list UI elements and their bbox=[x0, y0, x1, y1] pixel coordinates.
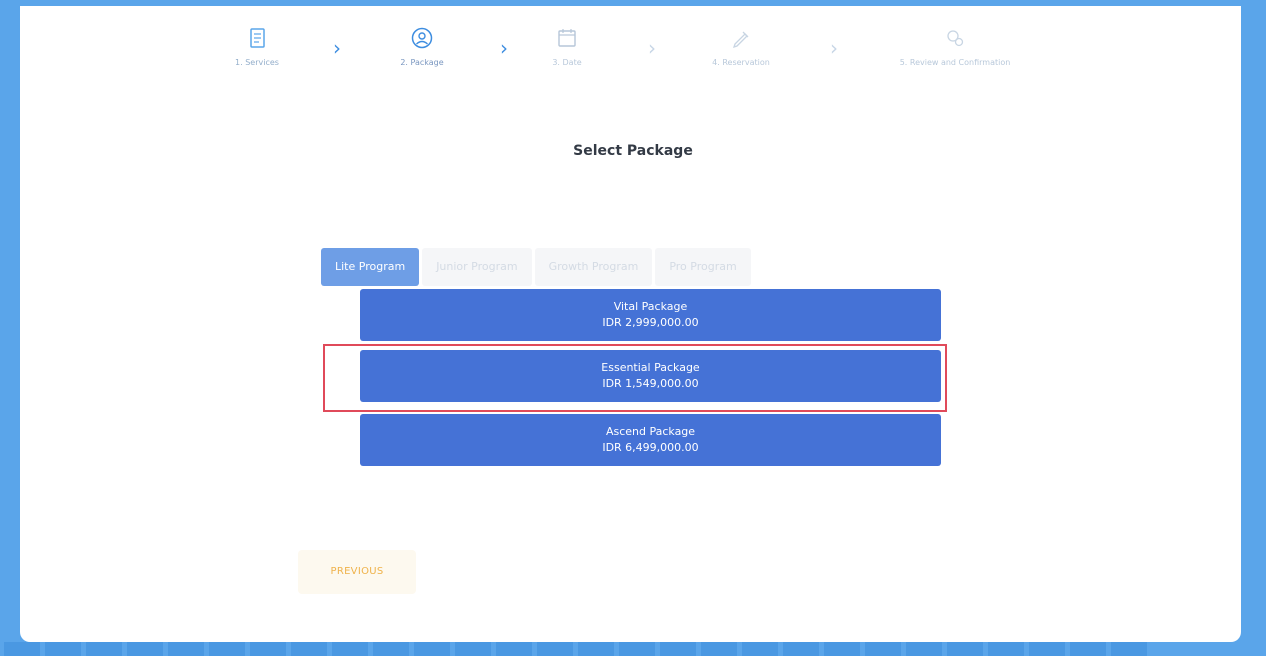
step-label: 3. Date bbox=[552, 58, 582, 67]
chevron-right-icon: › bbox=[830, 36, 838, 60]
package-price: IDR 2,999,000.00 bbox=[602, 316, 699, 329]
step-date[interactable]: 3. Date bbox=[512, 26, 622, 67]
taskbar-strip bbox=[0, 642, 1266, 656]
package-option-ascend[interactable]: Ascend Package IDR 6,499,000.00 bbox=[360, 414, 941, 466]
step-reservation[interactable]: 4. Reservation bbox=[686, 26, 796, 67]
step-label: 2. Package bbox=[400, 58, 444, 67]
package-user-icon bbox=[411, 27, 433, 49]
chevron-right-icon: › bbox=[648, 36, 656, 60]
package-name: Vital Package bbox=[613, 300, 688, 313]
page-title: Select Package bbox=[573, 143, 693, 159]
package-price: IDR 6,499,000.00 bbox=[602, 441, 699, 454]
selection-highlight-box bbox=[323, 344, 947, 412]
chevron-right-icon: › bbox=[500, 36, 508, 60]
step-label: 1. Services bbox=[235, 58, 279, 67]
previous-button[interactable]: PREVIOUS bbox=[298, 550, 416, 594]
step-label: 4. Reservation bbox=[712, 58, 770, 67]
step-label: 5. Review and Confirmation bbox=[899, 58, 1011, 67]
tab-lite-program[interactable]: Lite Program bbox=[321, 248, 420, 286]
chevron-right-icon: › bbox=[333, 36, 341, 60]
gears-icon bbox=[947, 30, 964, 47]
step-services[interactable]: 1. Services bbox=[202, 26, 312, 67]
step-review[interactable]: 5. Review and Confirmation bbox=[870, 26, 1040, 67]
tab-junior-program[interactable]: Junior Program bbox=[422, 248, 532, 286]
tab-pro-program[interactable]: Pro Program bbox=[655, 248, 751, 286]
pencil-icon bbox=[732, 31, 749, 49]
package-option-vital[interactable]: Vital Package IDR 2,999,000.00 bbox=[360, 289, 941, 341]
program-tabs: Lite Program Junior Program Growth Progr… bbox=[321, 248, 751, 286]
step-package[interactable]: 2. Package bbox=[367, 26, 477, 67]
package-name: Ascend Package bbox=[605, 425, 696, 438]
services-book-icon bbox=[250, 28, 265, 48]
tab-growth-program[interactable]: Growth Program bbox=[534, 248, 653, 286]
calendar-icon bbox=[558, 29, 576, 47]
